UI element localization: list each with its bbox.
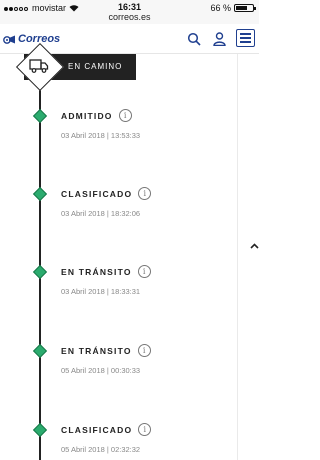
info-icon[interactable]: i	[137, 344, 151, 357]
chevron-up-icon[interactable]	[250, 243, 259, 249]
event-marker	[32, 422, 48, 438]
info-icon[interactable]: i	[118, 109, 132, 122]
info-icon[interactable]: i	[137, 265, 151, 278]
event-date: 03 Abril 2018 | 18:33:31	[61, 287, 141, 296]
menu-button[interactable]	[236, 29, 255, 47]
address-bar[interactable]: correos.es	[0, 12, 259, 22]
info-icon[interactable]: i	[138, 423, 152, 436]
tracking-timeline: EN CAMINO ADMITIDO i 03 Abril 2018 | 13:…	[0, 42, 259, 460]
battery-icon	[234, 4, 256, 12]
event-date: 05 Abril 2018 | 00:30:33	[61, 366, 141, 375]
event-marker	[32, 108, 48, 124]
event-title: EN TRÁNSITO	[61, 266, 132, 277]
event-marker	[32, 186, 48, 202]
event-title: ADMITIDO	[61, 110, 113, 121]
event-date: 05 Abril 2018 | 02:32:32	[61, 445, 141, 454]
event-date: 03 Abril 2018 | 18:32:06	[61, 209, 141, 218]
event-marker	[32, 264, 48, 280]
content-divider	[237, 54, 238, 460]
horn-icon	[3, 35, 15, 44]
search-icon[interactable]	[187, 32, 201, 46]
status-bar: movistar 16:31 66 % correos.es	[0, 0, 259, 24]
truck-icon	[29, 59, 49, 73]
event-marker	[32, 343, 48, 359]
correos-logo[interactable]: Correos	[3, 33, 60, 45]
event-title: CLASIFICADO	[61, 424, 133, 435]
event-title: CLASIFICADO	[61, 188, 133, 199]
user-icon[interactable]	[213, 32, 226, 46]
current-status-label: EN CAMINO	[68, 62, 123, 71]
event-title: EN TRÁNSITO	[61, 345, 132, 356]
event-date: 03 Abril 2018 | 13:53:33	[61, 131, 141, 140]
menu-icon	[240, 33, 251, 35]
info-icon[interactable]: i	[138, 187, 152, 200]
